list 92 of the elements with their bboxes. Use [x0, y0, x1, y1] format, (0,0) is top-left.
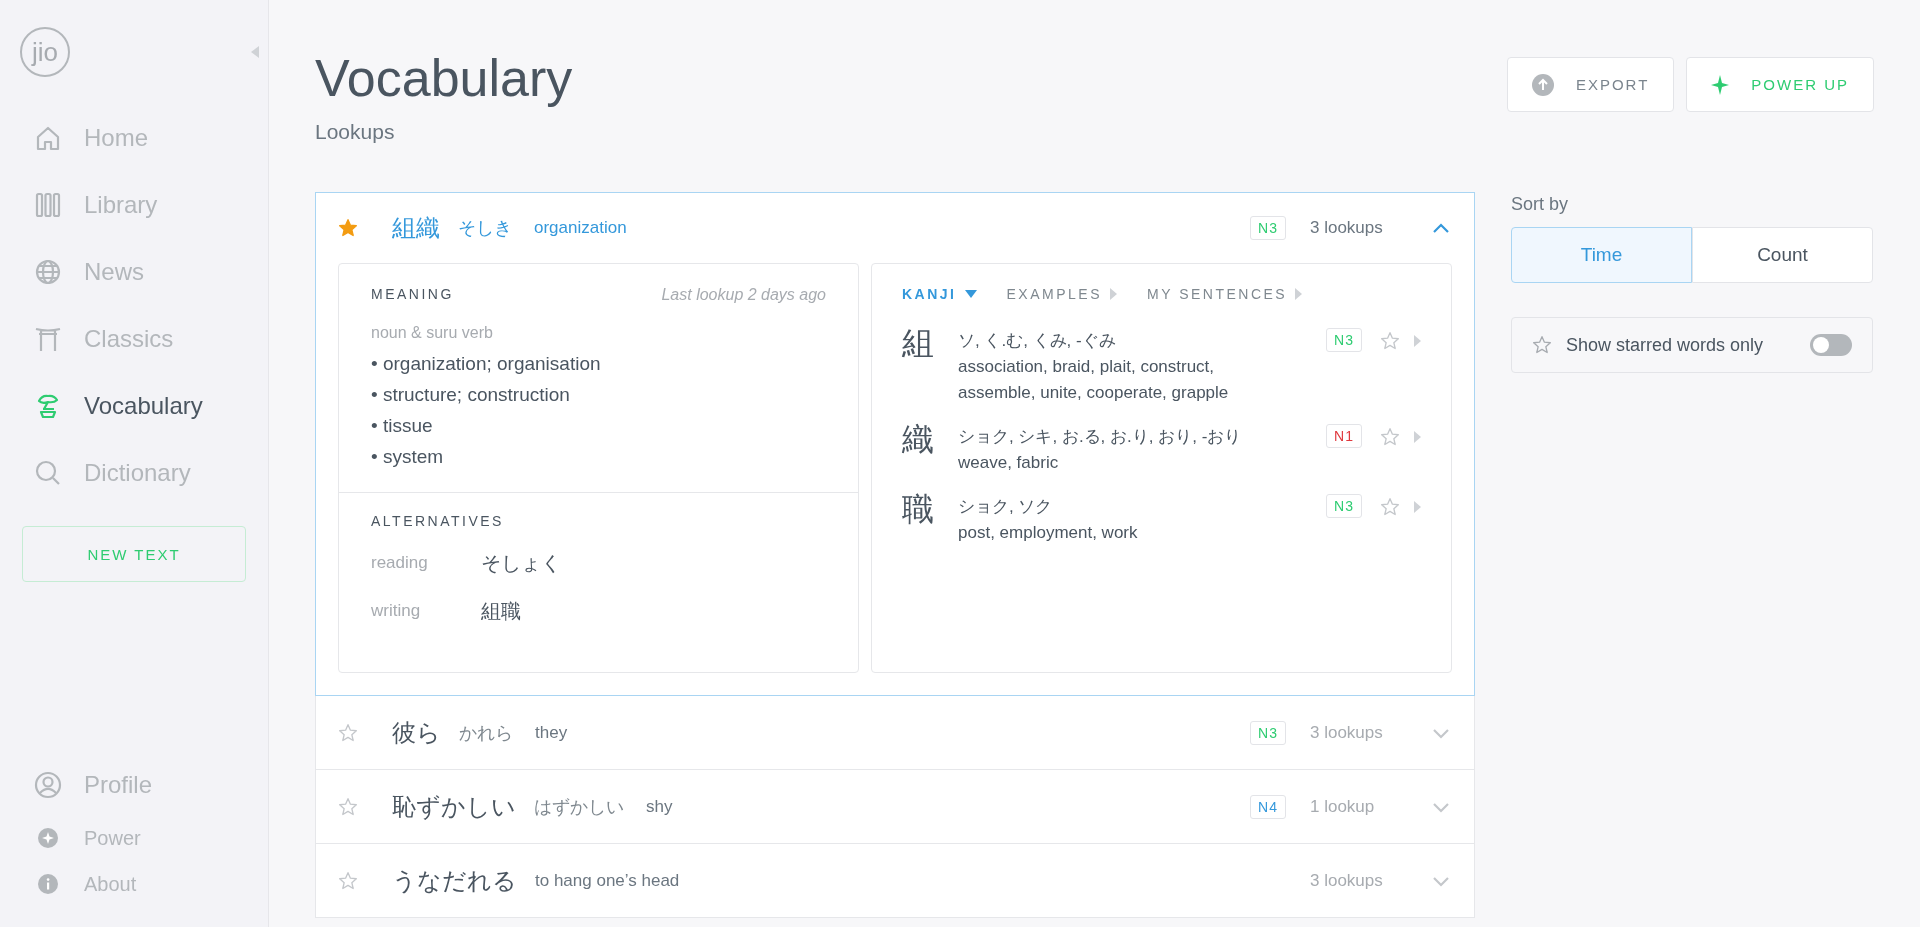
word-meaning: organization — [534, 218, 627, 238]
star-icon[interactable] — [338, 796, 358, 817]
alternative-label: reading — [371, 553, 429, 573]
tab[interactable]: EXAMPLES — [1006, 286, 1117, 302]
part-of-speech: noun & suru verb — [371, 324, 494, 342]
kanji-character: 織 — [902, 420, 935, 458]
kanji-character: 組 — [902, 324, 935, 362]
chevron-down-icon[interactable] — [1432, 800, 1450, 813]
library-icon — [34, 190, 62, 219]
star-icon[interactable] — [1380, 497, 1400, 517]
word-meaning: to hang one’s head — [535, 870, 680, 891]
kanji-meanings: association, braid, plait, construct, assemble, unite, cooperate, grapple — [958, 356, 1230, 404]
chevron-down-icon[interactable] — [1432, 726, 1450, 739]
page-title: Vocabulary — [315, 48, 573, 108]
expand-arrow-icon[interactable] — [1414, 335, 1421, 347]
last-lookup: Last lookup 2 days ago — [661, 286, 826, 304]
tab[interactable]: KANJI — [902, 286, 977, 302]
alternative-value: 組職 — [481, 598, 521, 624]
kanji-readings: ショク, シキ, お.る, お.り, おり, -おり — [958, 426, 1243, 448]
lookup-count: 1 lookup — [1310, 796, 1376, 817]
page-subtitle: Lookups — [315, 120, 396, 144]
kanji-meanings: weave, fabric — [958, 452, 1060, 474]
lookup-count: 3 lookups — [1310, 218, 1384, 238]
word-reading: はずかしい — [534, 795, 624, 819]
kanji-readings: ショク, ソク — [958, 496, 1054, 518]
nav-item[interactable]: Power — [22, 815, 246, 861]
nav-item[interactable]: News — [22, 238, 246, 305]
logo[interactable]: jio — [20, 27, 70, 77]
sort-option[interactable]: Time — [1511, 227, 1692, 283]
caret-right-icon — [1295, 288, 1303, 300]
expand-arrow-icon[interactable] — [1414, 431, 1421, 443]
sort-label: Sort by — [1511, 194, 1570, 215]
kanji-character: 職 — [902, 490, 935, 528]
export-button[interactable]: EXPORT — [1506, 57, 1675, 112]
lookup-count: 3 lookups — [1310, 722, 1384, 743]
jlpt-badge: N3 — [1326, 328, 1362, 352]
collapse-icon[interactable] — [251, 46, 259, 58]
tab[interactable]: MY SENTENCES — [1147, 286, 1303, 302]
nav-item[interactable]: Vocabulary — [22, 372, 246, 439]
info-icon — [38, 874, 58, 894]
filter-label: Show starred words only — [1566, 334, 1765, 356]
sparkle-icon — [38, 828, 58, 848]
nav-item[interactable]: Profile — [22, 755, 246, 815]
kanji-readings: ソ, く.む, くみ, -ぐみ — [958, 330, 1117, 352]
word-text: 恥ずかしい — [392, 791, 516, 822]
word-meaning: they — [535, 722, 568, 743]
alternative-value: そしょく — [481, 550, 561, 576]
kanji-meanings: post, employment, work — [958, 522, 1139, 544]
sense-item: • system — [371, 445, 445, 469]
caret-down-icon — [964, 290, 977, 298]
nav-item[interactable]: About — [22, 861, 246, 907]
nav-item[interactable]: Library — [22, 171, 246, 238]
globe-icon — [34, 257, 62, 286]
star-icon[interactable] — [338, 870, 358, 891]
jlpt-badge: N3 — [1326, 494, 1362, 518]
profile-icon — [34, 771, 62, 799]
word-reading: かれら — [459, 721, 513, 745]
sparkle-icon — [1711, 74, 1730, 95]
section-heading: ALTERNATIVES — [371, 513, 505, 529]
new-text-button[interactable]: NEW TEXT — [22, 526, 246, 582]
lookup-count: 3 lookups — [1310, 870, 1384, 891]
star-icon[interactable] — [1380, 331, 1400, 351]
word-text: 組織 — [392, 213, 440, 243]
word-text: 彼ら — [392, 717, 441, 748]
jlpt-badge: N4 — [1250, 794, 1286, 819]
star-icon — [1532, 335, 1552, 355]
expand-arrow-icon[interactable] — [1414, 501, 1421, 513]
sense-item: • structure; construction — [371, 383, 571, 407]
word-text: うなだれる — [392, 865, 517, 896]
toggle-switch[interactable] — [1810, 334, 1852, 356]
star-icon[interactable] — [1380, 427, 1400, 447]
star-icon[interactable] — [338, 218, 358, 238]
search-icon — [34, 458, 62, 487]
upload-icon — [1531, 73, 1554, 96]
sense-item: • tissue — [371, 414, 434, 438]
star-icon[interactable] — [338, 722, 358, 743]
caret-right-icon — [1110, 288, 1117, 300]
sense-item: • organization; organisation — [371, 352, 602, 376]
jlpt-badge: N3 — [1250, 720, 1286, 745]
alternative-label: writing — [371, 601, 422, 621]
nav-item[interactable]: Classics — [22, 305, 246, 372]
word-meaning: shy — [646, 796, 673, 817]
power-up-button[interactable]: POWER UP — [1686, 57, 1874, 112]
sort-option[interactable]: Count — [1692, 227, 1873, 283]
jlpt-badge: N1 — [1326, 424, 1362, 448]
word-reading: そしき — [458, 217, 512, 240]
nav-item[interactable]: Home — [22, 104, 246, 171]
chevron-down-icon[interactable] — [1432, 874, 1450, 887]
jlpt-badge: N3 — [1250, 216, 1286, 240]
chevron-up-icon[interactable] — [1432, 222, 1450, 234]
section-heading: MEANING — [371, 286, 454, 304]
nav-item[interactable]: Dictionary — [22, 439, 246, 506]
